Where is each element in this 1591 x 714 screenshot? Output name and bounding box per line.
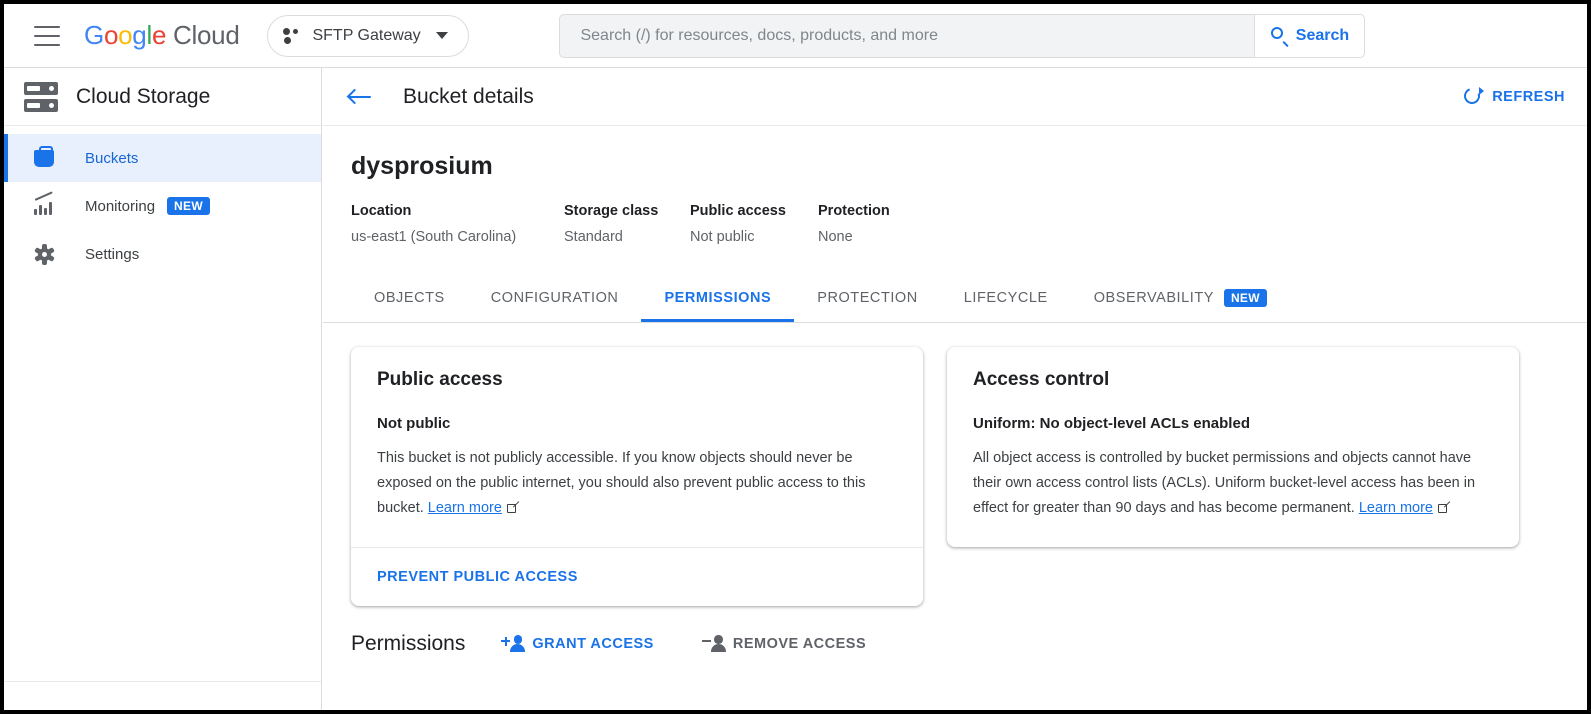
tab-label-objects: OBJECTS <box>374 290 445 306</box>
tab-permissions[interactable]: PERMISSIONS <box>641 274 794 322</box>
bucket-meta-storage-class: Storage class Standard <box>564 203 690 245</box>
meta-value-public-access: Not public <box>690 229 755 245</box>
person-remove-icon <box>701 635 726 653</box>
bucket-tabs: OBJECTS CONFIGURATION PERMISSIONS PROTEC… <box>323 275 1587 323</box>
permissions-section-header: Permissions GRANT ACCESS REMOVE ACCESS <box>323 606 1587 656</box>
refresh-icon <box>1461 84 1485 107</box>
remove-access-label: REMOVE ACCESS <box>732 636 867 652</box>
meta-value-location: us-east1 (South Carolina) <box>351 229 517 245</box>
access-control-learn-more-link[interactable]: Learn more <box>1359 500 1433 516</box>
external-link-icon <box>1438 501 1451 513</box>
sidebar-item-settings[interactable]: Settings <box>4 230 321 278</box>
bucket-name: dysprosium <box>351 152 493 180</box>
meta-label-location: Location <box>351 203 412 219</box>
search-button[interactable]: Search <box>1254 14 1365 57</box>
access-control-description: All object access is controlled by bucke… <box>973 446 1493 521</box>
tab-objects[interactable]: OBJECTS <box>351 274 468 322</box>
meta-value-protection: None <box>818 229 853 245</box>
public-access-status: Not public <box>377 415 451 432</box>
global-search: Search <box>559 13 1366 58</box>
external-link-icon <box>506 501 520 513</box>
meta-label-public-access: Public access <box>690 203 786 219</box>
project-dots-icon <box>283 27 301 44</box>
bucket-icon <box>31 145 57 167</box>
page-header: Bucket details REFRESH <box>323 68 1587 126</box>
permissions-cards: Public access Not public This bucket is … <box>323 323 1587 606</box>
browser-screenshot: Google Cloud SFTP Gateway Search Cloud S… <box>0 0 1591 714</box>
sidebar-divider <box>4 681 321 682</box>
logo-letter-o1: o <box>103 20 119 50</box>
access-control-card-body: Access control Uniform: No object-level … <box>947 347 1519 547</box>
chevron-down-icon <box>435 32 448 39</box>
google-cloud-logo[interactable]: Google Cloud <box>84 20 240 51</box>
logo-word-cloud: Cloud <box>166 20 240 50</box>
public-access-learn-more-link[interactable]: Learn more <box>428 500 502 516</box>
public-access-card: Public access Not public This bucket is … <box>351 347 923 606</box>
meta-label-protection: Protection <box>818 203 890 219</box>
tab-label-permissions: PERMISSIONS <box>664 290 772 306</box>
tab-observability[interactable]: OBSERVABILITY NEW <box>1071 274 1290 322</box>
sidebar-new-badge: NEW <box>167 197 210 215</box>
logo-letter-g2: g <box>132 20 147 50</box>
tab-label-lifecycle: LIFECYCLE <box>963 290 1048 306</box>
sidebar: Cloud Storage Buckets Monitoring NEW Set… <box>4 68 322 710</box>
bucket-meta-public-access: Public access Not public <box>690 203 818 245</box>
top-app-bar: Google Cloud SFTP Gateway Search <box>4 4 1587 68</box>
bucket-meta-protection: Protection None <box>818 203 890 245</box>
bucket-meta-row: Location us-east1 (South Carolina) Stora… <box>351 203 1563 245</box>
cloud-storage-icon <box>24 81 58 112</box>
access-control-status: Uniform: No object-level ACLs enabled <box>973 415 1250 432</box>
public-access-card-title: Public access <box>377 369 503 390</box>
public-access-card-footer: PREVENT PUBLIC ACCESS <box>351 547 923 606</box>
tab-label-configuration: CONFIGURATION <box>490 290 619 306</box>
search-button-label: Search <box>1295 26 1350 44</box>
tab-label-protection: PROTECTION <box>817 290 918 306</box>
search-icon <box>1270 27 1289 48</box>
tab-lifecycle[interactable]: LIFECYCLE <box>941 274 1071 322</box>
sidebar-item-label-buckets: Buckets <box>85 149 139 167</box>
person-add-icon <box>501 635 526 653</box>
bucket-summary: dysprosium Location us-east1 (South Caro… <box>323 126 1587 245</box>
gear-icon <box>31 243 57 265</box>
meta-label-storage-class: Storage class <box>564 203 659 219</box>
tab-protection[interactable]: PROTECTION <box>794 274 941 322</box>
prevent-public-access-button[interactable]: PREVENT PUBLIC ACCESS <box>377 569 578 585</box>
tab-configuration[interactable]: CONFIGURATION <box>468 274 642 322</box>
refresh-label: REFRESH <box>1492 88 1565 105</box>
sidebar-nav: Buckets Monitoring NEW Settings <box>4 126 321 278</box>
logo-letter-g: G <box>84 20 104 50</box>
arrow-left-icon[interactable] <box>346 86 373 108</box>
sidebar-product-title: Cloud Storage <box>76 84 211 108</box>
project-selector[interactable]: SFTP Gateway <box>267 14 470 57</box>
sidebar-item-label-monitoring: Monitoring <box>85 197 156 215</box>
logo-letter-o2: o <box>118 20 133 50</box>
grant-access-button[interactable]: GRANT ACCESS <box>501 635 653 653</box>
public-access-description: This bucket is not publicly accessible. … <box>377 446 897 521</box>
page-title: Bucket details <box>403 84 534 108</box>
sidebar-item-monitoring[interactable]: Monitoring NEW <box>4 182 321 230</box>
public-access-card-body: Public access Not public This bucket is … <box>351 347 923 547</box>
remove-access-button[interactable]: REMOVE ACCESS <box>701 635 867 653</box>
bucket-meta-location: Location us-east1 (South Carolina) <box>351 203 564 245</box>
grant-access-label: GRANT ACCESS <box>532 636 654 652</box>
meta-value-storage-class: Standard <box>564 229 623 245</box>
search-input[interactable] <box>560 14 1255 57</box>
sidebar-item-buckets[interactable]: Buckets <box>4 134 321 182</box>
permissions-title: Permissions <box>351 632 466 655</box>
sidebar-header: Cloud Storage <box>4 68 321 126</box>
hamburger-menu-icon[interactable] <box>34 25 60 46</box>
logo-letter-e: e <box>151 20 167 50</box>
tab-label-observability: OBSERVABILITY <box>1093 290 1214 306</box>
access-control-card-title: Access control <box>973 369 1110 390</box>
tab-new-badge: NEW <box>1223 289 1267 307</box>
logo-cloud-text: Cloud <box>173 20 240 50</box>
sidebar-item-label-settings: Settings <box>85 245 140 263</box>
access-control-card: Access control Uniform: No object-level … <box>947 347 1519 547</box>
refresh-button[interactable]: REFRESH <box>1461 84 1565 107</box>
project-name: SFTP Gateway <box>312 26 421 44</box>
monitoring-chart-icon <box>31 191 57 215</box>
main-content: Bucket details REFRESH dysprosium Locati… <box>323 68 1587 710</box>
